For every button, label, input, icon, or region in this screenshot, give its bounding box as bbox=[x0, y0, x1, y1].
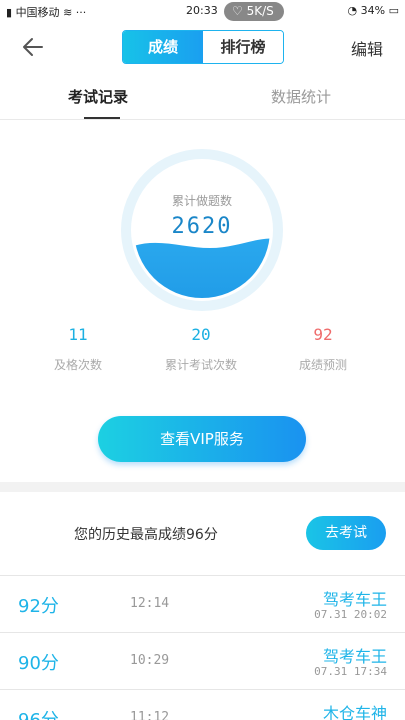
list-item[interactable]: 92分 12:14 驾考车王 07.31 20:02 bbox=[0, 576, 405, 633]
tab-scores[interactable]: 成绩 bbox=[123, 31, 203, 63]
record-title: 驾考车王 bbox=[322, 590, 387, 609]
question-count-gauge: 累计做题数 2620 bbox=[120, 148, 284, 312]
best-score-row: 您的历史最高成绩96分 去考试 bbox=[0, 492, 405, 576]
metric-value: 20 bbox=[191, 325, 211, 344]
list-item[interactable]: 90分 10:29 驾考车王 07.31 17:34 bbox=[0, 633, 405, 690]
record-score: 96分 bbox=[18, 706, 59, 720]
battery-status: ◔ 34% ▭ bbox=[348, 4, 399, 17]
tab-ranking[interactable]: 排行榜 bbox=[203, 31, 283, 63]
notification-dots: ··· bbox=[75, 6, 87, 19]
active-tab-indicator bbox=[84, 117, 120, 119]
metric-label: 及格次数 bbox=[53, 358, 102, 372]
metric-value: 92 bbox=[313, 325, 333, 344]
nav-bar: 成绩 排行榜 编辑 bbox=[0, 22, 405, 72]
record-duration: 11:12 bbox=[130, 710, 170, 720]
record-time: 07.31 17:34 bbox=[314, 665, 387, 678]
tab-exam-records[interactable]: 考试记录 bbox=[68, 86, 128, 107]
battery-icon: ▭ bbox=[388, 4, 399, 17]
wifi-icon: ≋ bbox=[63, 6, 76, 19]
history-section: 您的历史最高成绩96分 去考试 92分 12:14 驾考车王 07.31 20:… bbox=[0, 492, 405, 720]
record-score: 92分 bbox=[18, 596, 59, 617]
tab-data-statistics[interactable]: 数据统计 bbox=[271, 86, 331, 107]
back-arrow-icon[interactable] bbox=[18, 32, 48, 62]
alarm-icon: ◔ bbox=[347, 4, 361, 17]
record-score: 90分 bbox=[18, 653, 59, 674]
gauge-label: 累计做题数 bbox=[171, 194, 232, 208]
edit-button[interactable]: 编辑 bbox=[351, 36, 383, 60]
record-time: 07.31 20:02 bbox=[314, 608, 387, 621]
metric-label: 成绩预测 bbox=[298, 358, 347, 372]
metric-score-prediction: 92 成绩预测 bbox=[263, 325, 383, 373]
carrier-label: 中国移动 bbox=[15, 6, 60, 19]
record-duration: 12:14 bbox=[130, 596, 170, 611]
speed-label: 5K/S bbox=[246, 4, 274, 18]
record-duration: 10:29 bbox=[130, 653, 170, 668]
best-score-text: 您的历史最高成绩96分 bbox=[74, 527, 218, 543]
clock: 20:33 bbox=[186, 4, 218, 17]
record-title: 驾考车王 bbox=[322, 647, 387, 666]
segment-control: 成绩 排行榜 bbox=[122, 30, 284, 64]
view-vip-button[interactable]: 查看VIP服务 bbox=[98, 416, 306, 462]
shield-icon: ♡ bbox=[232, 4, 247, 18]
metric-value: 11 bbox=[68, 325, 88, 344]
record-title: 木仓车神 bbox=[322, 704, 387, 720]
battery-percent: 34% bbox=[360, 4, 386, 17]
statistics-card: 累计做题数 2620 11 及格次数 20 累计考试次数 92 成绩预测 查看V… bbox=[0, 120, 405, 482]
list-item[interactable]: 96分 11:12 木仓车神 bbox=[0, 690, 405, 720]
sub-tab-bar: 考试记录 数据统计 bbox=[0, 72, 405, 120]
metric-label: 累计考试次数 bbox=[164, 358, 237, 372]
signal-carrier: ▮ 中国移动 ≋ ··· bbox=[6, 4, 86, 20]
signal-icon: ▮ bbox=[6, 6, 16, 19]
metric-pass-count: 11 及格次数 bbox=[18, 325, 138, 373]
status-bar: ▮ 中国移动 ≋ ··· 20:33 ♡ 5K/S ◔ 34% ▭ bbox=[0, 0, 405, 22]
network-speed-badge: ♡ 5K/S bbox=[224, 2, 284, 21]
gauge-value: 2620 bbox=[171, 214, 233, 239]
go-exam-button[interactable]: 去考试 bbox=[306, 516, 386, 550]
metric-exam-count: 20 累计考试次数 bbox=[141, 325, 261, 373]
